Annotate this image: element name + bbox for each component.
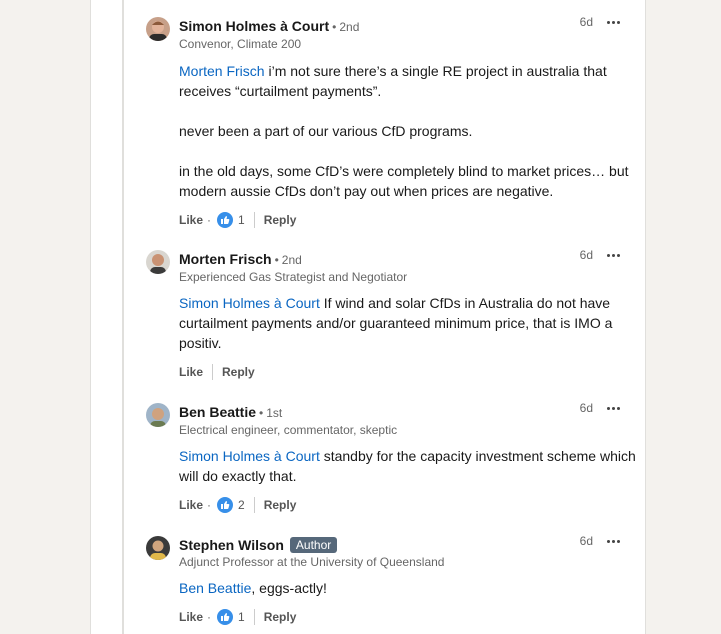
connection-degree: 1st (266, 406, 283, 420)
comment-actions: Like Reply (179, 364, 255, 380)
avatar[interactable] (146, 250, 170, 274)
author-headline: Experienced Gas Strategist and Negotiato… (179, 270, 408, 284)
author-headline: Electrical engineer, commentator, skepti… (179, 423, 398, 437)
separator-dot: • (274, 253, 279, 267)
comment-body: Simon Holmes à Court If wind and solar C… (179, 295, 613, 351)
comment-body: Ben Beattie, eggs-actly! (179, 580, 327, 596)
mention-link[interactable]: Simon Holmes à Court (179, 448, 320, 464)
avatar[interactable] (146, 17, 170, 41)
like-reaction-icon[interactable] (217, 212, 234, 228)
comment-header: Ben Beattie • 1st Electrical engineer, com… (179, 401, 636, 438)
comment-body: Simon Holmes à Court standby for the cap… (179, 448, 636, 484)
divider (253, 497, 255, 513)
thread-line (122, 0, 124, 634)
mention-link[interactable]: Ben Beattie (179, 580, 251, 596)
like-reaction-icon[interactable] (217, 497, 234, 513)
author-name[interactable]: Stephen Wilson (179, 537, 284, 553)
comment-header: Simon Holmes à Court • 2nd Convenor, Clima… (179, 15, 636, 52)
divider (212, 364, 214, 380)
author-badge: Author (289, 537, 338, 553)
author-name[interactable]: Morten Frisch (179, 251, 272, 267)
divider (253, 212, 255, 228)
like-button[interactable]: Like (179, 365, 203, 379)
avatar[interactable] (146, 403, 170, 427)
like-button[interactable]: Like (179, 498, 203, 512)
comment-header: Stephen Wilson Author Adjunct Professor a… (179, 534, 636, 570)
timestamp: 6d (579, 401, 593, 415)
reply-button[interactable]: Reply (222, 365, 255, 379)
reply-button[interactable]: Reply (264, 498, 297, 512)
connection-degree: 2nd (339, 20, 360, 34)
avatar[interactable] (146, 536, 170, 560)
mention-link[interactable]: Morten Frisch (179, 63, 265, 79)
comment-ben: Ben Beattie • 1st Electrical engineer, com… (146, 401, 636, 523)
comment-body: Morten Frisch i’m not sure there’s a sin… (179, 63, 629, 199)
author-name[interactable]: Simon Holmes à Court (179, 18, 329, 34)
divider (253, 609, 255, 625)
more-options-icon[interactable] (607, 539, 620, 543)
reply-button[interactable]: Reply (264, 610, 297, 624)
author-headline: Adjunct Professor at the University of Q… (179, 555, 445, 569)
reaction-count[interactable]: 1 (238, 213, 245, 227)
connection-degree: 2nd (281, 253, 302, 267)
comment-header: Morten Frisch • 2nd Experienced Gas Strate… (179, 248, 636, 285)
like-reaction-icon[interactable] (217, 609, 234, 625)
timestamp: 6d (579, 248, 593, 262)
reaction-count[interactable]: 2 (238, 498, 245, 512)
separator-dot: • (259, 406, 264, 420)
more-options-icon[interactable] (607, 253, 620, 257)
comment-morten: Morten Frisch • 2nd Experienced Gas Strate… (146, 248, 636, 390)
comment-actions: Like · 2 Reply (179, 497, 297, 513)
separator-dot: • (332, 20, 337, 34)
author-name[interactable]: Ben Beattie (179, 404, 256, 420)
timestamp: 6d (579, 15, 593, 29)
like-button[interactable]: Like (179, 610, 203, 624)
timestamp: 6d (579, 534, 593, 548)
more-options-icon[interactable] (607, 20, 620, 24)
author-headline: Convenor, Climate 200 (179, 37, 302, 51)
reaction-count[interactable]: 1 (238, 610, 245, 624)
mention-link[interactable]: Simon Holmes à Court (179, 295, 320, 311)
comment-simon: Simon Holmes à Court • 2nd Convenor, Clima… (146, 15, 636, 232)
comment-stephen: Stephen Wilson Author Adjunct Professor a… (146, 534, 636, 634)
comment-actions: Like · 1 Reply (179, 212, 297, 228)
like-button[interactable]: Like (179, 213, 203, 227)
more-options-icon[interactable] (607, 406, 620, 410)
reply-button[interactable]: Reply (264, 213, 297, 227)
comment-actions: Like · 1 Reply (179, 609, 297, 625)
